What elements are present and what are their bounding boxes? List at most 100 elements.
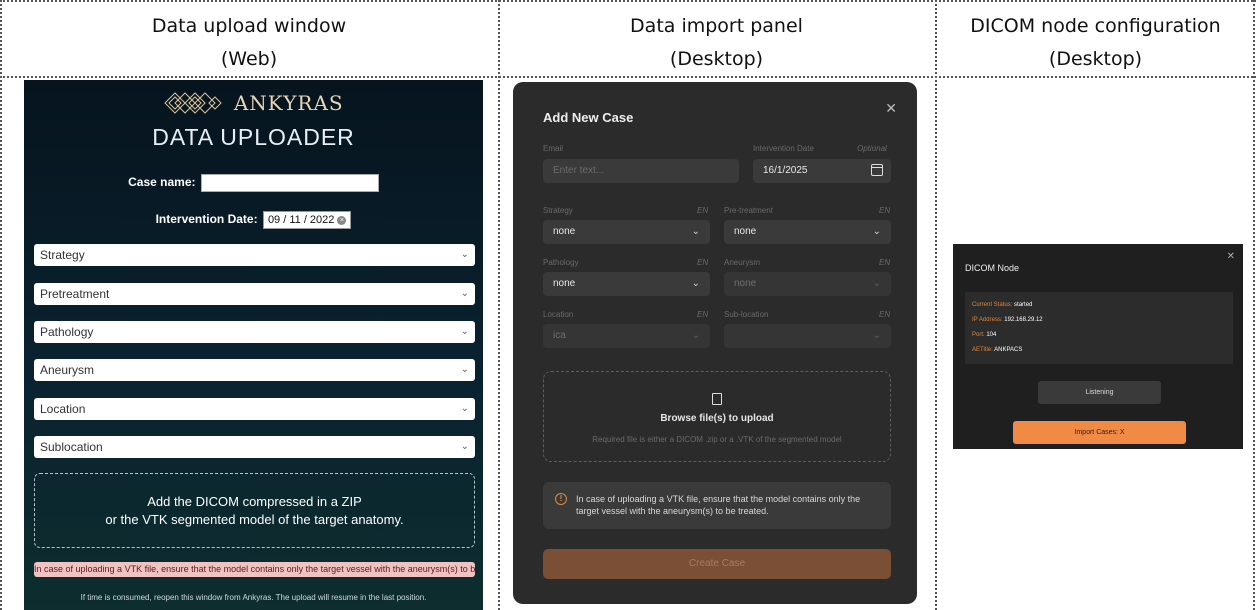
file-icon [712,393,722,405]
vtk-warning: In case of uploading a VTK file, ensure … [34,562,475,577]
intervention-date-row: Intervention Date: 09 / 11 / 2022 × [24,211,483,229]
date-value: 16/1/2025 [763,165,808,176]
table-header-divider [0,76,1256,78]
ip-value: 192.168.29.12 [1004,317,1043,323]
sublocation-select[interactable]: Sublocation ⌄ [34,436,475,458]
date-value: 09 / 11 / 2022 [267,214,335,226]
column-title: Data import panel [630,15,803,37]
web-upload-window: ANKYRAS DATA UPLOADER Case name: Interve… [24,80,483,610]
pre-treatment-select[interactable]: none ⌄ [724,220,891,244]
case-name-input[interactable] [200,174,379,192]
ip-key: IP Address: [972,317,1003,323]
pre-treatment-label: Pre-treatment [724,206,773,215]
file-drop-zone[interactable]: Browse file(s) to upload Required file i… [543,371,891,462]
lang-tag: EN [879,258,891,267]
drop-zone-line-1: Add the DICOM compressed in a ZIP [147,494,362,509]
optional-tag: Optional [857,144,887,153]
table-column-divider-1 [498,0,500,610]
status-key: Current Status: [972,302,1013,308]
chevron-down-icon: ⌄ [872,278,881,289]
sub-location-label: Sub-location [724,310,769,319]
aneurysm-label: Aneurysm [724,258,761,267]
port-line: Port: 104 [972,332,996,338]
aetitle-value: ANKPACS [994,347,1023,353]
calendar-icon[interactable] [871,164,883,176]
intervention-date-input[interactable]: 09 / 11 / 2022 × [262,211,352,229]
import-cases-button[interactable]: Import Cases: X [1013,421,1186,444]
location-select[interactable]: ica ⌄ [543,324,710,348]
status-value: started [1014,302,1033,308]
case-name-row: Case name: [24,174,483,192]
browse-files-hint: Required file is either a DICOM .zip or … [592,435,842,444]
table-column-divider-2 [935,0,937,610]
clear-date-icon[interactable]: × [337,215,347,225]
chevron-down-icon: ⌄ [460,288,469,299]
column-header-import: Data import panel (Desktop) [498,10,935,76]
close-icon[interactable]: ✕ [885,100,897,117]
column-header-dicom: DICOM node configuration (Desktop) [935,10,1256,76]
vtk-info-banner: ! In case of uploading a VTK file, ensur… [543,482,891,529]
column-header-web: Data upload window (Web) [0,10,498,76]
chevron-down-icon: ⌄ [460,403,469,414]
brand-header: ANKYRAS [24,90,483,116]
chevron-down-icon: ⌄ [691,226,700,237]
listening-button[interactable]: Listening [1038,381,1161,404]
file-drop-zone[interactable]: Add the DICOM compressed in a ZIP or the… [34,473,475,548]
chevron-down-icon: ⌄ [872,226,881,237]
info-icon: ! [555,493,567,505]
location-select[interactable]: Location ⌄ [34,398,475,420]
chevron-down-icon: ⌄ [460,441,469,452]
pathology-select[interactable]: none ⌄ [543,272,710,296]
table-border-right [1253,0,1255,610]
table-border-left [0,0,2,610]
pretreatment-select[interactable]: Pretreatment ⌄ [34,283,475,305]
intervention-date-input[interactable]: 16/1/2025 [753,159,891,183]
email-input[interactable]: Enter text... [543,159,739,183]
column-platform: (Web) [220,48,278,70]
select-label: Location [40,402,86,416]
select-label: Sublocation [40,440,103,454]
select-value: none [553,226,576,237]
info-text: In case of uploading a VTK file, ensure … [576,494,861,516]
column-platform: (Desktop) [1048,48,1143,70]
drop-zone-line-2: or the VTK segmented model of the target… [105,512,404,527]
chevron-down-icon: ⌄ [691,330,700,341]
strategy-select[interactable]: Strategy ⌄ [34,244,475,266]
browse-files-label: Browse file(s) to upload [660,413,774,424]
intervention-date-label: Intervention Date: [155,212,258,227]
chevron-down-icon: ⌄ [872,330,881,341]
resume-note: If time is consumed, reopen this window … [80,593,427,602]
strategy-select[interactable]: none ⌄ [543,220,710,244]
aneurysm-select[interactable]: Aneurysm ⌄ [34,359,475,381]
table-border-top [0,0,1256,2]
strategy-label: Strategy [543,206,573,215]
select-label: Pretreatment [40,287,110,301]
select-value: ica [553,330,566,341]
select-label: Strategy [40,248,85,262]
select-value: none [734,278,757,289]
location-label: Location [543,310,574,319]
close-icon[interactable]: ✕ [1227,251,1235,262]
dicom-node-title: DICOM Node [965,263,1020,273]
pathology-select[interactable]: Pathology ⌄ [34,321,475,343]
dialog-title: Add New Case [543,110,634,125]
chevron-down-icon: ⌄ [460,326,469,337]
chevron-down-icon: ⌄ [460,364,469,375]
sub-location-select[interactable]: ⌄ [724,324,891,348]
select-value: none [553,278,576,289]
select-value: none [734,226,757,237]
create-case-button[interactable]: Create Case [543,549,891,579]
lang-tag: EN [697,206,709,215]
lang-tag: EN [697,310,709,319]
ip-line: IP Address: 192.168.29.12 [972,317,1043,323]
case-name-label: Case name: [128,175,196,190]
select-label: Pathology [40,325,94,339]
chevron-down-icon: ⌄ [691,278,700,289]
port-value: 104 [986,332,997,338]
lang-tag: EN [879,310,891,319]
aneurysm-select[interactable]: none ⌄ [724,272,891,296]
brand-name: ANKYRAS [233,91,344,115]
dicom-node-panel: DICOM Node ✕ Current Status: started IP … [953,244,1243,449]
column-platform: (Desktop) [669,48,764,70]
pathology-label: Pathology [543,258,579,267]
